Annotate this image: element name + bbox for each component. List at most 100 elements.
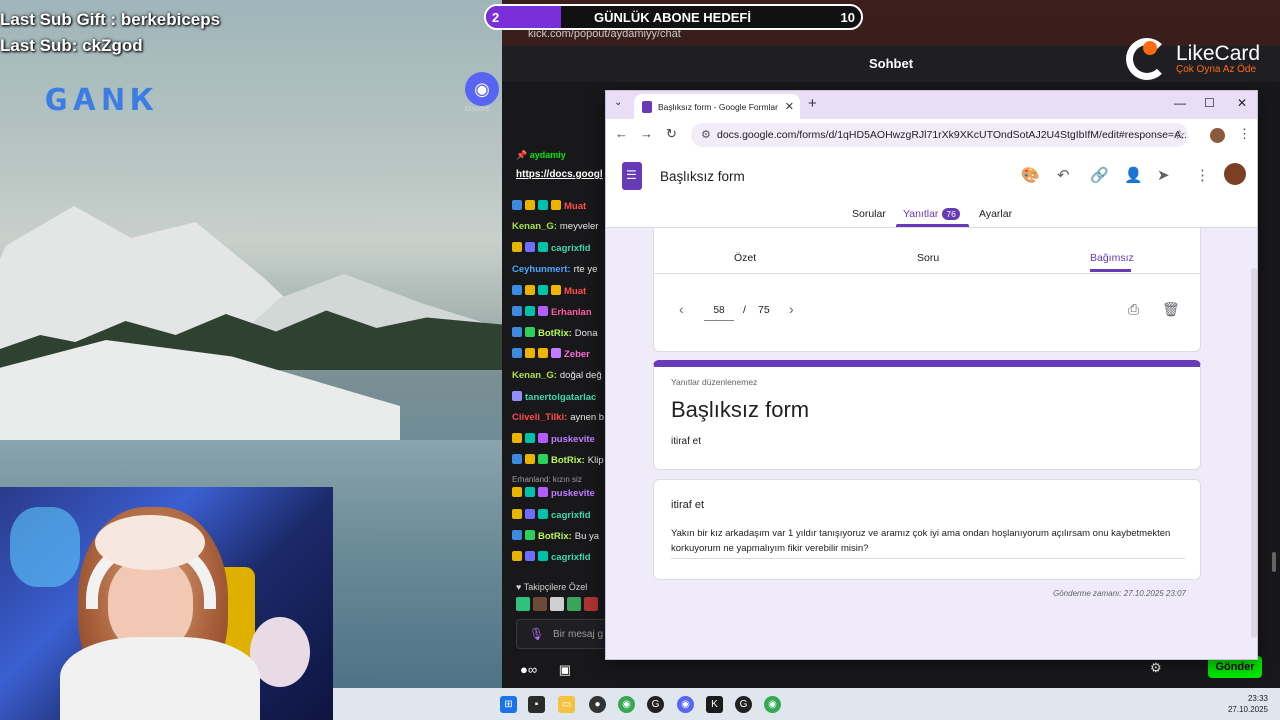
chat-username[interactable]: Zeber xyxy=(564,349,590,360)
delete-icon[interactable]: 🗑 xyxy=(1162,301,1180,318)
chat-username[interactable]: Ceyhunmert: xyxy=(512,264,571,275)
scrollbar[interactable] xyxy=(1272,552,1276,572)
tab-title: Başlıksız form - Google Formlar xyxy=(658,102,778,112)
maximize-icon[interactable]: ☐ xyxy=(1204,96,1215,110)
response-nav-card: Özet Soru Bağımsız ‹ 58 / 75 › ⎙ 🗑 xyxy=(653,228,1202,352)
points-icon[interactable]: ●∞ xyxy=(520,662,537,677)
likecard-name: LikeCard xyxy=(1176,42,1261,65)
tab-strip: ⌄ Başlıksız form - Google Formlar ✕ + — … xyxy=(606,91,1257,119)
more-options-icon[interactable]: ⋮ xyxy=(1195,166,1210,184)
chat-username[interactable]: Erhanlan xyxy=(551,307,592,318)
chrome-icon[interactable]: ◉ xyxy=(764,696,781,713)
chat-message: BotRix: Bu ya xyxy=(512,529,607,551)
store-icon[interactable]: ▣ xyxy=(559,662,571,677)
system-clock[interactable]: 23:33 27.10.2025 xyxy=(1228,693,1268,715)
chat-username[interactable]: puskevite xyxy=(551,434,595,445)
tab-responses[interactable]: Yanıtlar 76 xyxy=(903,208,960,220)
tab-individual[interactable]: Bağımsız xyxy=(1090,252,1134,264)
chat-username[interactable]: puskevite xyxy=(551,488,595,499)
emote[interactable] xyxy=(567,597,581,611)
forms-logo-icon[interactable] xyxy=(622,162,642,190)
reload-icon[interactable]: ↻ xyxy=(666,126,677,142)
chat-username[interactable]: BotRix: xyxy=(538,531,572,542)
url-text: docs.google.com/forms/d/1qHD5AOHwzgRJl71… xyxy=(717,129,1188,141)
scrollbar[interactable] xyxy=(1251,268,1257,638)
badge-icon xyxy=(538,348,548,359)
address-bar: ← → ↻ ⚙ docs.google.com/forms/d/1qHD5AOH… xyxy=(606,119,1257,152)
chat-username[interactable]: Muat xyxy=(564,286,586,297)
followers-only-label: ♥ Takipçilere Özel xyxy=(516,582,588,592)
likecard-logo: LikeCard Çok Oyna Az Öde xyxy=(1126,38,1276,82)
discord-taskbar-icon[interactable]: ◉ xyxy=(677,696,694,713)
form-title[interactable]: Başlıksız form xyxy=(660,169,745,184)
chat-username[interactable]: Muat xyxy=(564,201,586,212)
response-number-input[interactable]: 58 xyxy=(704,301,734,321)
publish-icon[interactable]: ➤ xyxy=(1157,166,1170,184)
site-info-icon[interactable]: ⚙ xyxy=(701,128,711,141)
badge-icon xyxy=(525,200,535,210)
gear-icon[interactable]: ⚙ xyxy=(1150,660,1162,676)
forward-icon[interactable]: → xyxy=(640,126,653,141)
chat-username[interactable]: tanertolgatarlac xyxy=(525,392,596,403)
avatar[interactable] xyxy=(1224,163,1246,185)
emote[interactable] xyxy=(533,597,547,611)
emote[interactable] xyxy=(550,597,564,611)
add-collaborator-icon[interactable]: 👤 xyxy=(1124,166,1143,184)
chat-username[interactable]: cagrixfid xyxy=(551,552,591,563)
previous-response-icon[interactable]: ‹ xyxy=(679,301,684,317)
tab-question[interactable]: Soru xyxy=(917,252,939,264)
chat-username[interactable]: cagrixfid xyxy=(551,243,591,254)
undo-icon[interactable]: ↶ xyxy=(1057,166,1070,184)
url-field[interactable]: ⚙ docs.google.com/forms/d/1qHD5AOHwzgRJl… xyxy=(691,123,1188,147)
chat-message: BotRix:Klip a xyxy=(512,454,607,475)
goal-title: GÜNLÜK ABONE HEDEFİ xyxy=(594,10,751,25)
new-tab-icon[interactable]: + xyxy=(808,95,817,112)
chat-username[interactable]: Kenan_G: xyxy=(512,221,557,232)
minimize-icon[interactable]: — xyxy=(1174,96,1186,110)
tab-settings[interactable]: Ayarlar xyxy=(979,208,1012,220)
chat-message-input[interactable]: 🎙 Bir mesaj g xyxy=(516,619,611,649)
chat-username[interactable]: Ciiveli_Tilki: xyxy=(512,412,567,423)
badge-icon xyxy=(538,508,548,519)
form-description: itiraf et xyxy=(671,436,702,447)
bookmark-star-icon[interactable]: ☆ xyxy=(1174,127,1186,143)
close-window-icon[interactable]: ✕ xyxy=(1237,96,1247,110)
chat-username[interactable]: BotRix: xyxy=(538,328,572,339)
chrome-menu-icon[interactable]: ⋮ xyxy=(1238,126,1251,142)
response-total: 75 xyxy=(758,304,770,316)
link-icon[interactable]: 🔗 xyxy=(1090,166,1109,184)
webcam-feed xyxy=(0,487,333,720)
chat-username[interactable]: cagrixfid xyxy=(551,510,591,521)
chat-username[interactable]: Kenan_G: xyxy=(512,370,557,381)
file-explorer-icon[interactable]: ▭ xyxy=(558,696,575,713)
next-response-icon[interactable]: › xyxy=(789,301,794,317)
discord-label: Discord xyxy=(465,106,489,113)
tab-questions[interactable]: Sorular xyxy=(852,208,886,220)
kick-icon[interactable]: K xyxy=(706,696,723,713)
back-icon[interactable]: ← xyxy=(615,126,628,141)
palette-icon[interactable]: 🎨 xyxy=(1021,166,1040,184)
emote[interactable] xyxy=(584,597,598,611)
question-card: itiraf et Yakın bir kız arkadaşım var 1 … xyxy=(653,479,1201,580)
emote[interactable] xyxy=(516,597,530,611)
tab-search-icon[interactable]: ⌄ xyxy=(614,97,622,108)
chrome-icon[interactable]: ◉ xyxy=(618,696,635,713)
app-g-icon[interactable]: G xyxy=(735,696,752,713)
app-icon[interactable]: ● xyxy=(589,696,606,713)
active-tab-indicator xyxy=(896,224,969,227)
avatar[interactable] xyxy=(1210,128,1225,143)
browser-tab[interactable]: Başlıksız form - Google Formlar ✕ xyxy=(634,94,800,119)
print-icon[interactable]: ⎙ xyxy=(1128,301,1139,318)
discord-icon[interactable]: ◉ xyxy=(465,72,499,106)
tab-summary[interactable]: Özet xyxy=(734,252,756,264)
app-g-icon[interactable]: G xyxy=(647,696,664,713)
badge-icon xyxy=(538,242,548,253)
chat-text: rte ye xyxy=(573,263,598,275)
start-icon[interactable]: ⊞ xyxy=(500,696,517,713)
badge-icon xyxy=(512,487,522,498)
task-view-icon[interactable]: ▪ xyxy=(528,696,545,713)
close-tab-icon[interactable]: ✕ xyxy=(785,100,794,113)
chat-username[interactable]: BotRix: xyxy=(551,455,585,466)
chat-message: tanertolgatarlac xyxy=(512,390,607,412)
microphone-icon[interactable]: 🎙 xyxy=(529,627,544,641)
